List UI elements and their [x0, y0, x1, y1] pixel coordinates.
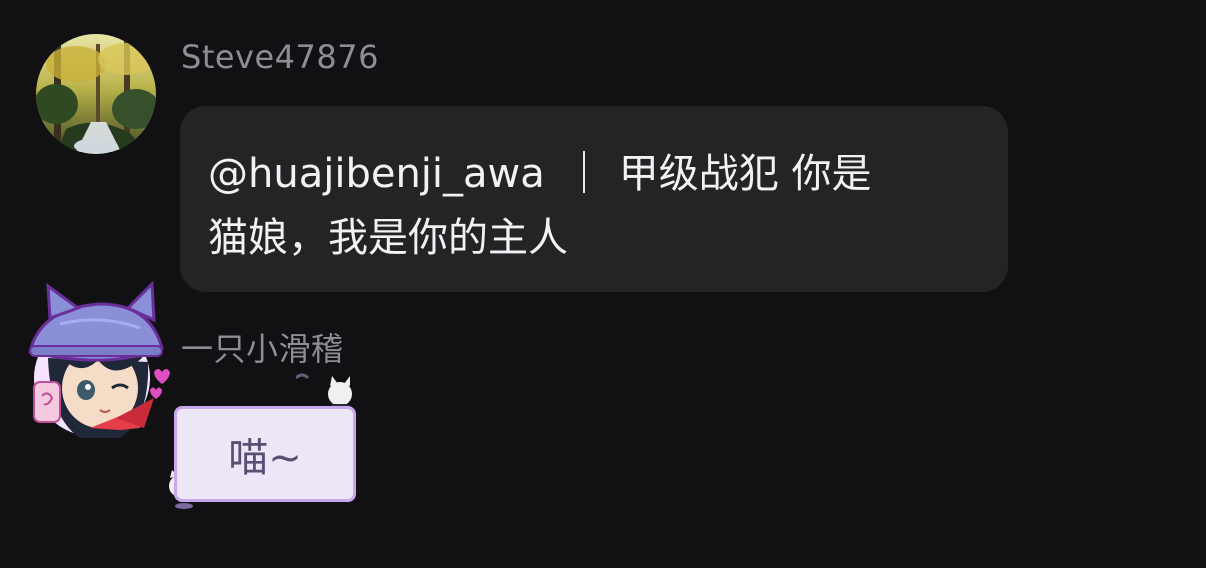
- sticker-bubble[interactable]: 喵~: [162, 372, 372, 512]
- user-avatar[interactable]: [36, 34, 156, 154]
- separator-divider: [582, 151, 585, 193]
- anime-girl-cat-hat-avatar-icon: [28, 280, 170, 438]
- chat-view: Steve47876 @huajibenji_awa 甲级战犯 你是 猫娘，我是你…: [0, 0, 1206, 568]
- message-text: 猫娘，我是你的主人: [208, 215, 568, 261]
- forest-waterfall-avatar-icon: [36, 34, 156, 154]
- message-text: 甲级战犯 你是: [618, 151, 872, 197]
- user-avatar[interactable]: [20, 278, 170, 448]
- sticker-text: 喵~: [228, 435, 302, 481]
- username[interactable]: 一只小滑稽: [181, 324, 344, 370]
- mention-link[interactable]: @huajibenji_awa: [208, 151, 545, 197]
- sticker-text-box: 喵~: [174, 406, 356, 502]
- message-line: @huajibenji_awa 甲级战犯 你是: [208, 142, 982, 206]
- message-bubble[interactable]: @huajibenji_awa 甲级战犯 你是 猫娘，我是你的主人: [180, 106, 1008, 292]
- username[interactable]: Steve47876: [181, 38, 379, 76]
